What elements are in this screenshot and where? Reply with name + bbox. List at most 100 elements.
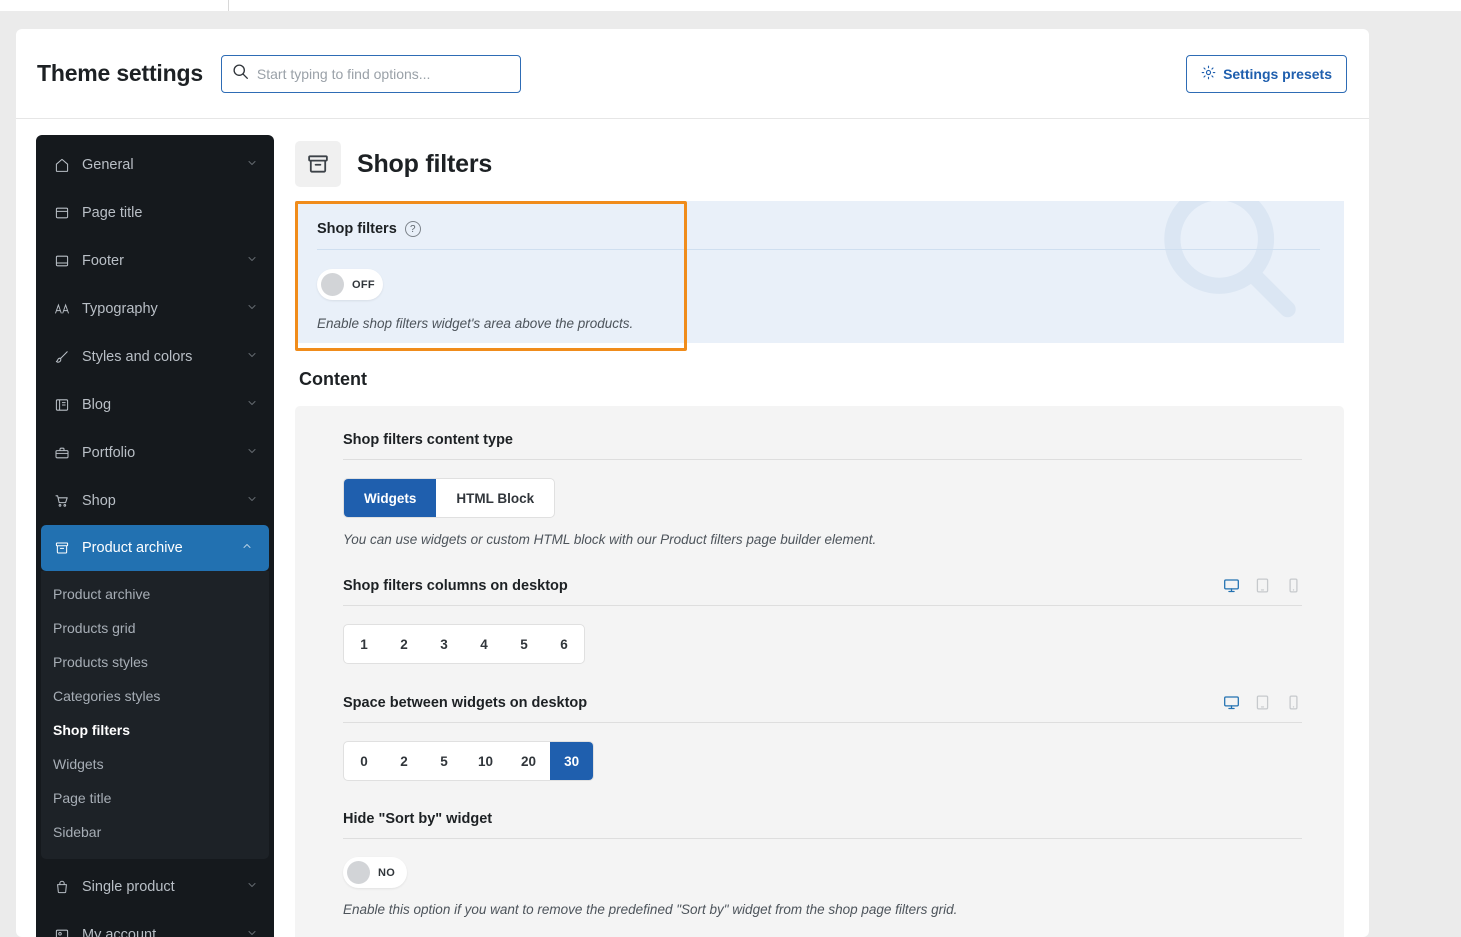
columns-option-3[interactable]: 3 <box>424 625 464 663</box>
sidebar-item-label: Footer <box>82 253 124 269</box>
content-type-option-widgets[interactable]: Widgets <box>344 479 437 517</box>
columns-option-6[interactable]: 6 <box>544 625 584 663</box>
content-section-title: Content <box>299 369 367 389</box>
typography-icon <box>53 300 71 318</box>
search-box[interactable] <box>220 54 521 93</box>
columns-option-1[interactable]: 1 <box>344 625 384 663</box>
content-type-option-html-block[interactable]: HTML Block <box>436 479 554 517</box>
space-button-group: 0 2 5 10 20 30 <box>343 741 595 781</box>
columns-option-4[interactable]: 4 <box>464 625 504 663</box>
sidebar-item-label: Styles and colors <box>82 349 193 365</box>
sidebar-subitem-page-title[interactable]: Page title <box>41 781 269 815</box>
tablet-icon[interactable] <box>1254 694 1271 711</box>
chevron-up-icon <box>241 540 253 556</box>
toggle-knob <box>321 273 344 296</box>
brush-icon <box>53 348 71 366</box>
space-option-0[interactable]: 0 <box>344 742 384 780</box>
mobile-icon[interactable] <box>1285 694 1302 711</box>
sidebar-item-styles-and-colors[interactable]: Styles and colors <box>36 333 274 381</box>
chevron-down-icon <box>246 445 258 461</box>
sidebar-item-my-account[interactable]: My account <box>36 911 274 937</box>
sidebar-item-label: General <box>82 157 134 173</box>
tablet-icon[interactable] <box>1254 577 1271 594</box>
sidebar-item-footer[interactable]: Footer <box>36 237 274 285</box>
panel-header: Theme settings Settings presets <box>16 29 1369 119</box>
hide-sort-by-toggle[interactable]: NO <box>343 857 407 888</box>
content-settings-card: Shop filters content type Widgets HTML B… <box>295 406 1344 937</box>
question-mark-icon[interactable]: ? <box>404 221 421 237</box>
columns-button-group: 1 2 3 4 5 6 <box>343 624 585 664</box>
sidebar-subitem-label: Widgets <box>53 756 104 772</box>
sidebar-subitem-sidebar[interactable]: Sidebar <box>41 815 269 849</box>
row-space-between-widgets-desktop: Space between widgets on desktop 0 2 5 1… <box>343 694 1302 781</box>
gear-icon <box>1201 65 1216 83</box>
content-type-button-group: Widgets HTML Block <box>343 478 556 518</box>
sidebar-subitem-label: Product archive <box>53 586 151 602</box>
space-option-10[interactable]: 10 <box>464 742 507 780</box>
columns-option-2[interactable]: 2 <box>384 625 424 663</box>
row-hide-sort-by-widget: Hide "Sort by" widget NO Enable this opt… <box>343 811 1302 917</box>
sidebar-item-typography[interactable]: Typography <box>36 285 274 333</box>
shop-filters-field-wrapper: Shop filters ? OFF Enable shop filters w… <box>295 201 1344 351</box>
sidebar-item-shop[interactable]: Shop <box>36 477 274 525</box>
chevron-down-icon <box>246 927 258 937</box>
row-label: Hide "Sort by" widget <box>343 811 493 827</box>
sidebar-item-label: Product archive <box>82 540 183 556</box>
chevron-down-icon <box>246 493 258 509</box>
sidebar-item-label: Blog <box>82 397 112 413</box>
desktop-icon[interactable] <box>1223 694 1240 711</box>
sidebar-subitem-label: Sidebar <box>53 824 102 840</box>
sidebar-subitem-shop-filters[interactable]: Shop filters <box>41 713 269 747</box>
portfolio-icon <box>53 444 71 462</box>
search-input[interactable] <box>256 65 497 82</box>
mobile-icon[interactable] <box>1285 577 1302 594</box>
device-switcher <box>1223 694 1302 711</box>
bag-icon <box>53 878 71 896</box>
page-title-icon <box>53 204 71 222</box>
toggle-state-label: OFF <box>352 278 375 291</box>
row-description: Enable this option if you want to remove… <box>343 902 958 917</box>
row-label-line: Space between widgets on desktop <box>343 694 1302 723</box>
chevron-down-icon <box>246 157 258 173</box>
content-header: Shop filters <box>295 141 1344 187</box>
sidebar-item-product-archive[interactable]: Product archive <box>41 525 269 571</box>
sidebar: General Page title Footer Typography Sty… <box>16 119 274 937</box>
cart-icon <box>53 492 71 510</box>
chevron-down-icon <box>246 349 258 365</box>
space-option-2[interactable]: 2 <box>384 742 424 780</box>
sidebar-item-page-title[interactable]: Page title <box>36 189 274 237</box>
sidebar-item-general[interactable]: General <box>36 141 274 189</box>
sidebar-item-blog[interactable]: Blog <box>36 381 274 429</box>
row-label: Space between widgets on desktop <box>343 695 588 711</box>
settings-presets-button[interactable]: Settings presets <box>1186 55 1347 93</box>
sidebar-item-single-product[interactable]: Single product <box>36 863 274 911</box>
sidebar-subitem-products-styles[interactable]: Products styles <box>41 645 269 679</box>
row-label-line: Hide "Sort by" widget <box>343 811 1302 839</box>
sidebar-item-portfolio[interactable]: Portfolio <box>36 429 274 477</box>
search-icon <box>232 63 249 85</box>
sidebar-subitem-product-archive[interactable]: Product archive <box>41 577 269 611</box>
sidebar-subitem-products-grid[interactable]: Products grid <box>41 611 269 645</box>
shop-filters-toggle[interactable]: OFF <box>317 269 383 300</box>
space-option-30[interactable]: 30 <box>550 742 594 780</box>
archive-icon <box>295 141 341 187</box>
columns-option-5[interactable]: 5 <box>504 625 544 663</box>
row-label-line: Shop filters columns on desktop <box>343 577 1302 606</box>
chevron-down-icon <box>246 397 258 413</box>
sidebar-subitem-label: Products grid <box>53 620 136 636</box>
shop-filters-description: Enable shop filters widget's area above … <box>317 316 634 331</box>
row-shop-filters-columns-desktop: Shop filters columns on desktop 1 2 3 4 … <box>343 577 1302 664</box>
sidebar-subitem-widgets[interactable]: Widgets <box>41 747 269 781</box>
space-option-5[interactable]: 5 <box>424 742 464 780</box>
shop-filters-label-row: Shop filters ? <box>317 221 1320 250</box>
desktop-icon[interactable] <box>1223 577 1240 594</box>
space-option-20[interactable]: 20 <box>507 742 550 780</box>
toggle-knob <box>347 861 370 884</box>
shop-filters-field: Shop filters ? OFF Enable shop filters w… <box>295 201 1344 343</box>
sidebar-subitem-label: Shop filters <box>53 722 131 738</box>
row-label: Shop filters columns on desktop <box>343 578 568 594</box>
panel-body: General Page title Footer Typography Sty… <box>16 119 1369 937</box>
sidebar-subitem-categories-styles[interactable]: Categories styles <box>41 679 269 713</box>
shop-filters-label: Shop filters <box>317 221 397 237</box>
theme-settings-panel: Theme settings Settings presets <box>16 29 1369 937</box>
